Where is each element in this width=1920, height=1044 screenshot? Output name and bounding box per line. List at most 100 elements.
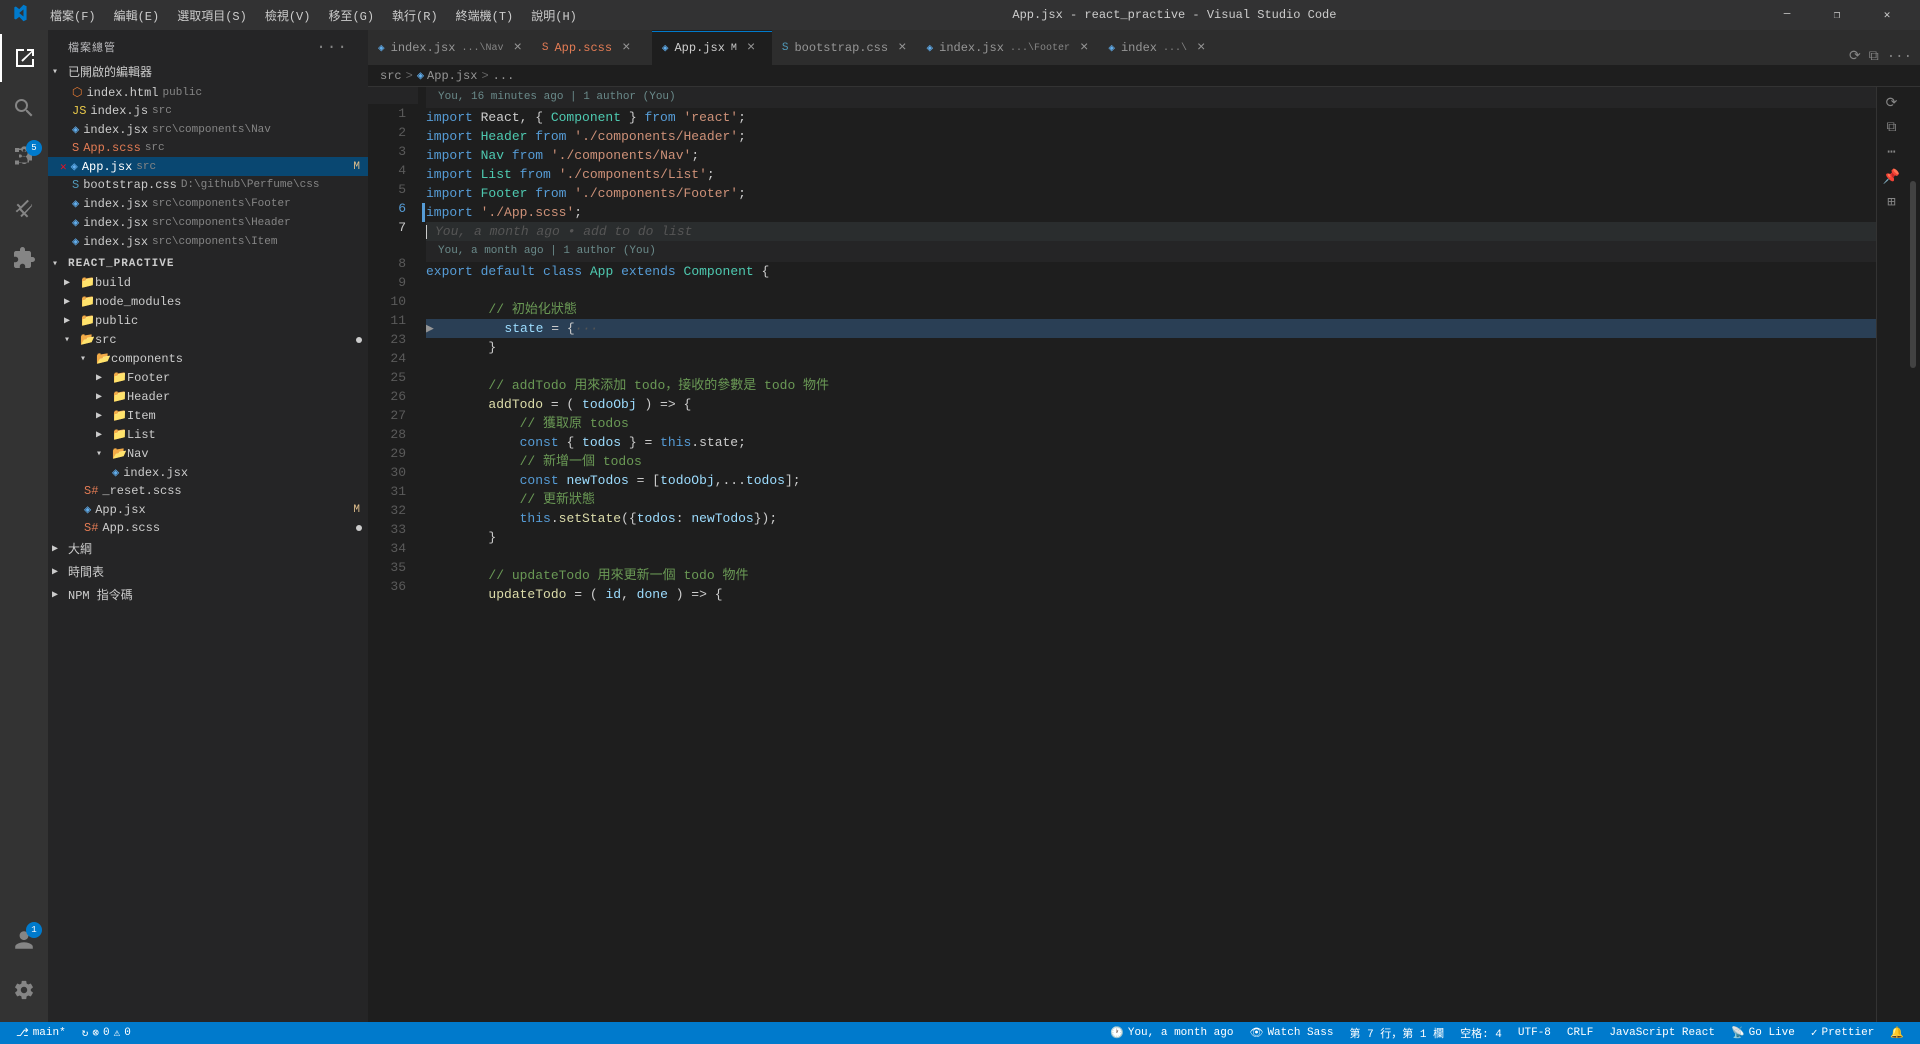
source-control-icon[interactable]: 5	[0, 134, 48, 182]
folder-icon5: 📁	[112, 389, 127, 404]
project-section[interactable]: ▾ REACT_PRACTIVE	[48, 255, 368, 273]
status-blame[interactable]: 🕐 You, a month ago	[1102, 1022, 1241, 1044]
editor-history-icon[interactable]: ⟳	[1886, 95, 1898, 112]
tree-public[interactable]: ▶ 📁 public	[48, 311, 368, 330]
tab-close-icon5[interactable]: ×	[1080, 40, 1088, 56]
open-file-bootstrap[interactable]: S bootstrap.css D:\github\Perfume\css	[48, 176, 368, 194]
code-editor[interactable]: 1 2 3 4 5 6 7 8 9 10 11 23 24 25 26 27 2…	[368, 87, 1920, 1022]
open-file-path2: src	[152, 105, 172, 117]
open-file-index-html[interactable]: ⬡ index.html public	[48, 83, 368, 102]
maximize-button[interactable]: ❐	[1814, 0, 1860, 30]
breadcrumb-app-jsx[interactable]: ◈ App.jsx	[417, 68, 478, 83]
menu-terminal[interactable]: 終端機(T)	[448, 5, 522, 26]
tree-list-folder[interactable]: ▶ 📁 List	[48, 425, 368, 444]
status-watch-sass[interactable]: 👁 Watch Sass	[1241, 1022, 1341, 1044]
tree-node-modules[interactable]: ▶ 📁 node_modules	[48, 292, 368, 311]
tab-app-jsx[interactable]: ◈ App.jsx M ×	[652, 30, 772, 65]
tab-close-icon3[interactable]: ×	[747, 40, 755, 56]
menu-file[interactable]: 檔案(F)	[42, 5, 104, 26]
status-git-branch[interactable]: ⎇ main*	[8, 1022, 74, 1044]
tab-close-icon4[interactable]: ×	[898, 40, 906, 56]
warnings-count: 0	[124, 1027, 131, 1039]
ln-28: 28	[368, 425, 418, 444]
nav-chevron-icon: ▾	[96, 448, 108, 460]
breadcrumb-src[interactable]: src	[380, 69, 402, 83]
tree-build[interactable]: ▶ 📁 build	[48, 273, 368, 292]
open-file-index-jsx-item[interactable]: ◈ index.jsx src\components\Item	[48, 232, 368, 251]
editor-pin-icon[interactable]: 📌	[1883, 169, 1900, 186]
status-line-ending[interactable]: CRLF	[1559, 1022, 1601, 1044]
status-prettier[interactable]: ✓ Prettier	[1803, 1022, 1882, 1044]
extensions-icon[interactable]	[0, 234, 48, 282]
menu-run[interactable]: 執行(R)	[384, 5, 446, 26]
tree-nav-folder[interactable]: ▾ 📂 Nav	[48, 444, 368, 463]
menu-edit[interactable]: 編輯(E)	[106, 5, 168, 26]
scrollbar-thumb[interactable]	[1910, 181, 1916, 368]
close-button[interactable]: ✕	[1864, 0, 1910, 30]
explorer-icon[interactable]	[0, 34, 48, 82]
tab-index-jsx-footer[interactable]: ◈ index.jsx ...\Footer ×	[917, 30, 1099, 65]
editor-split-icon[interactable]: ⧉	[1887, 120, 1897, 136]
editor-scrollbar[interactable]	[1906, 87, 1920, 1022]
search-icon[interactable]	[0, 84, 48, 132]
editor-compare-icon[interactable]: ⊞	[1887, 194, 1895, 211]
golive-icon: 📡	[1731, 1026, 1745, 1040]
settings-gear-icon[interactable]	[0, 966, 48, 1014]
line-numbers: 1 2 3 4 5 6 7 8 9 10 11 23 24 25 26 27 2…	[368, 87, 418, 1022]
code-content[interactable]: You, 16 minutes ago | 1 author (You) imp…	[418, 87, 1876, 1022]
tab-index-jsx-nav[interactable]: ◈ index.jsx ...\Nav ×	[368, 30, 532, 65]
tree-header-folder[interactable]: ▶ 📁 Header	[48, 387, 368, 406]
status-golive[interactable]: 📡 Go Live	[1723, 1022, 1803, 1044]
tree-components[interactable]: ▾ 📂 components	[48, 349, 368, 368]
history-icon[interactable]: ⟳	[1845, 48, 1865, 65]
tree-footer[interactable]: ▶ 📁 Footer	[48, 368, 368, 387]
app-scss-icon: S#	[84, 521, 98, 535]
status-spaces[interactable]: 空格: 4	[1452, 1022, 1510, 1044]
tab-close-icon[interactable]: ×	[513, 40, 521, 56]
tree-item-folder[interactable]: ▶ 📁 Item	[48, 406, 368, 425]
menu-view[interactable]: 檢視(V)	[257, 5, 319, 26]
account-icon[interactable]: 1	[0, 916, 48, 964]
more-tabs-icon[interactable]: ···	[1883, 49, 1916, 65]
status-notifications[interactable]: 🔔	[1882, 1022, 1912, 1044]
close-tab-icon[interactable]: ✕	[60, 160, 67, 174]
sidebar-more-icon[interactable]: ···	[316, 38, 348, 56]
tree-nav-index-jsx[interactable]: ◈ index.jsx	[48, 463, 368, 482]
status-language[interactable]: JavaScript React	[1601, 1022, 1723, 1044]
blame-clock-icon: 🕐	[1110, 1026, 1124, 1040]
tab-close-icon6[interactable]: ×	[1197, 40, 1205, 56]
opened-editors-section[interactable]: ▾ 已開啟的編輯器	[48, 60, 368, 83]
tree-app-scss-file[interactable]: S# App.scss	[48, 519, 368, 537]
split-editor-icon[interactable]: ⧉	[1865, 49, 1883, 65]
status-sync[interactable]: ↻ ⊗ 0 ⚠ 0	[74, 1022, 139, 1044]
open-file-index-jsx-header[interactable]: ◈ index.jsx src\components\Header	[48, 213, 368, 232]
npm-section[interactable]: ▶ NPM 指令碼	[48, 583, 368, 606]
minimize-button[interactable]: ─	[1764, 0, 1810, 30]
editor-more-icon[interactable]: ⋯	[1887, 144, 1895, 161]
menu-select[interactable]: 選取項目(S)	[169, 5, 255, 26]
tab-index-partial[interactable]: ◈ index ...\ ×	[1098, 30, 1218, 65]
menu-goto[interactable]: 移至(G)	[320, 5, 382, 26]
errors-icon: ⊗	[92, 1026, 99, 1040]
tree-app-jsx-file[interactable]: ◈ App.jsx M	[48, 500, 368, 519]
open-file-index-js[interactable]: JS index.js src	[48, 102, 368, 120]
menu-help[interactable]: 說明(H)	[523, 5, 585, 26]
warnings-icon: ⚠	[114, 1026, 121, 1040]
tab-close-icon2[interactable]: ×	[622, 40, 630, 56]
expand-icon[interactable]: ▶	[426, 319, 442, 338]
tree-src[interactable]: ▾ 📂 src	[48, 330, 368, 349]
breadcrumb-more[interactable]: ...	[493, 69, 515, 83]
open-file-index-jsx-nav[interactable]: ◈ index.jsx src\components\Nav	[48, 120, 368, 139]
timeline-section[interactable]: ▶ 時間表	[48, 560, 368, 583]
open-file-index-jsx-footer[interactable]: ◈ index.jsx src\components\Footer	[48, 194, 368, 213]
tab-app-scss[interactable]: S App.scss ×	[532, 30, 652, 65]
outline-section[interactable]: ▶ 大綱	[48, 537, 368, 560]
open-file-app-jsx[interactable]: ✕ ◈ App.jsx src M	[48, 157, 368, 176]
open-file-app-scss[interactable]: S App.scss src	[48, 139, 368, 157]
status-encoding[interactable]: UTF-8	[1510, 1022, 1559, 1044]
status-cursor-pos[interactable]: 第 7 行，第 1 欄	[1341, 1022, 1452, 1044]
run-debug-icon[interactable]	[0, 184, 48, 232]
tab-bootstrap-css[interactable]: S bootstrap.css ×	[772, 30, 917, 65]
tree-reset-scss[interactable]: S# _reset.scss	[48, 482, 368, 500]
jsx-file-icon2: ◈	[71, 159, 78, 174]
